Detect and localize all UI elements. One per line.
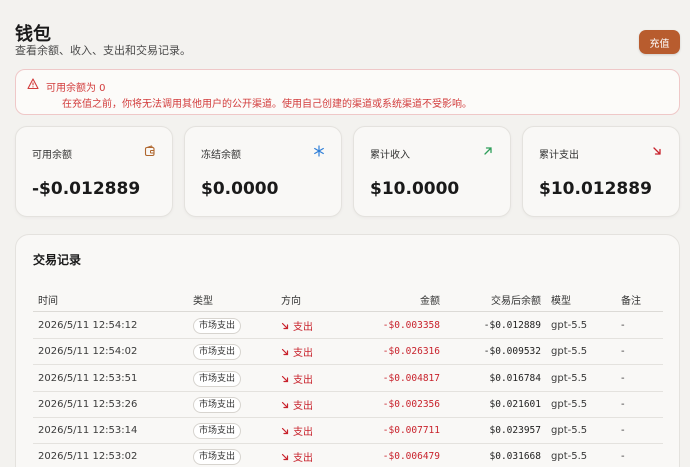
cell-direction: 支出 (281, 418, 313, 443)
cell-direction: 支出 (281, 392, 313, 417)
cell-type: 市场支出 (193, 444, 242, 467)
type-badge: 市场支出 (193, 396, 242, 413)
cell-time: 2026/5/11 12:54:12 (38, 320, 138, 331)
cell-balance-after: -$0.012889 (483, 320, 541, 331)
cell-note: - (621, 320, 625, 331)
arrow-down-right-icon (281, 322, 289, 329)
alert-message: 在充值之前，你将无法调用其他用户的公开渠道。使用自己创建的渠道或系统渠道不受影响… (62, 99, 472, 110)
cell-balance-after: -$0.009532 (483, 346, 541, 357)
card-label: 累计收入 (370, 150, 410, 161)
table-row[interactable]: 2026/5/11 12:53:02 市场支出 支出 -$0.006479 $0… (33, 444, 663, 467)
arrow-down-right-icon (281, 375, 289, 382)
cell-note: - (621, 451, 625, 462)
column-header-amount: 金额 (420, 296, 440, 307)
type-badge: 市场支出 (193, 422, 242, 439)
card-label: 可用余额 (32, 150, 72, 161)
cell-direction: 支出 (281, 313, 313, 338)
cell-model: gpt-5.5 (551, 399, 588, 410)
direction-label: 支出 (293, 322, 313, 333)
cell-model: gpt-5.5 (551, 373, 588, 384)
column-header-note: 备注 (621, 296, 641, 307)
cell-type: 市场支出 (193, 339, 242, 364)
cell-note: - (621, 346, 625, 357)
cell-time: 2026/5/11 12:54:02 (38, 346, 138, 357)
cell-type: 市场支出 (193, 313, 242, 338)
warning-icon (27, 78, 39, 90)
cell-model: gpt-5.5 (551, 451, 588, 462)
table-row[interactable]: 2026/5/11 12:54:02 市场支出 支出 -$0.026316 -$… (33, 339, 663, 365)
type-badge: 市场支出 (193, 370, 242, 387)
card-label: 冻结余额 (201, 150, 241, 161)
cell-amount: -$0.006479 (382, 451, 440, 462)
table-row[interactable]: 2026/5/11 12:54:12 市场支出 支出 -$0.003358 -$… (33, 313, 663, 339)
table-row[interactable]: 2026/5/11 12:53:51 市场支出 支出 -$0.004817 $0… (33, 366, 663, 392)
card-label: 累计支出 (539, 150, 579, 161)
column-header-model: 模型 (551, 296, 571, 307)
transactions-title: 交易记录 (33, 253, 82, 267)
cell-balance-after: $0.031668 (489, 451, 541, 462)
cell-amount: -$0.002356 (382, 399, 440, 410)
table-row[interactable]: 2026/5/11 12:53:26 市场支出 支出 -$0.002356 $0… (33, 392, 663, 418)
card-available-balance: 可用余额 -$0.012889 (15, 126, 173, 217)
card-value: $10.0000 (370, 179, 460, 199)
cell-balance-after: $0.023957 (489, 425, 541, 436)
cell-type: 市场支出 (193, 392, 242, 417)
direction-label: 支出 (293, 401, 313, 412)
column-header-direction: 方向 (281, 296, 301, 307)
cell-balance-after: $0.016784 (489, 373, 541, 384)
wallet-icon (144, 145, 155, 157)
arrow-down-right-icon (281, 427, 289, 434)
cell-note: - (621, 399, 625, 410)
cell-balance-after: $0.021601 (489, 399, 541, 410)
arrow-down-right-icon (281, 453, 289, 460)
arrow-down-right-icon (281, 348, 289, 355)
column-header-balance-after: 交易后余额 (491, 296, 541, 307)
cell-amount: -$0.003358 (382, 320, 440, 331)
cell-type: 市场支出 (193, 366, 242, 391)
zero-balance-alert: 可用余额为 0 在充值之前，你将无法调用其他用户的公开渠道。使用自己创建的渠道或… (15, 69, 680, 115)
card-value: -$0.012889 (32, 179, 141, 199)
card-value: $10.012889 (539, 179, 652, 199)
card-total-income: 累计收入 $10.0000 (353, 126, 511, 217)
cell-model: gpt-5.5 (551, 320, 588, 331)
page-subtitle: 查看余额、收入、支出和交易记录。 (15, 44, 191, 57)
direction-label: 支出 (293, 453, 313, 464)
alert-title: 可用余额为 0 (46, 83, 106, 94)
cell-amount: -$0.007711 (382, 425, 440, 436)
cell-amount: -$0.026316 (382, 346, 440, 357)
cell-type: 市场支出 (193, 418, 242, 443)
type-badge: 市场支出 (193, 343, 242, 360)
type-badge: 市场支出 (193, 317, 242, 334)
cell-model: gpt-5.5 (551, 425, 588, 436)
table-header: 时间 类型 方向 金额 交易后余额 模型 备注 (33, 288, 663, 312)
cell-time: 2026/5/11 12:53:14 (38, 425, 138, 436)
type-badge: 市场支出 (193, 448, 242, 465)
cell-time: 2026/5/11 12:53:02 (38, 451, 138, 462)
snowflake-icon (314, 145, 324, 157)
cell-time: 2026/5/11 12:53:26 (38, 399, 138, 410)
cell-direction: 支出 (281, 366, 313, 391)
arrow-up-right-icon (484, 147, 492, 155)
card-frozen-balance: 冻结余额 $0.0000 (184, 126, 342, 217)
cell-amount: -$0.004817 (382, 373, 440, 384)
direction-label: 支出 (293, 348, 313, 359)
cell-direction: 支出 (281, 339, 313, 364)
direction-label: 支出 (293, 375, 313, 386)
cell-time: 2026/5/11 12:53:51 (38, 373, 138, 384)
cell-note: - (621, 425, 625, 436)
column-header-type: 类型 (193, 296, 213, 307)
cell-note: - (621, 373, 625, 384)
cell-direction: 支出 (281, 444, 313, 467)
card-value: $0.0000 (201, 179, 279, 199)
arrow-down-right-icon (653, 147, 661, 155)
column-header-time: 时间 (38, 296, 58, 307)
table-row[interactable]: 2026/5/11 12:53:14 市场支出 支出 -$0.007711 $0… (33, 418, 663, 444)
card-total-expense: 累计支出 $10.012889 (522, 126, 680, 217)
topup-button[interactable]: 充值 (639, 30, 680, 54)
transactions-panel: 交易记录 时间 类型 方向 金额 交易后余额 模型 备注 2026/5/11 1… (15, 234, 680, 467)
cell-model: gpt-5.5 (551, 346, 588, 357)
direction-label: 支出 (293, 427, 313, 438)
arrow-down-right-icon (281, 401, 289, 408)
